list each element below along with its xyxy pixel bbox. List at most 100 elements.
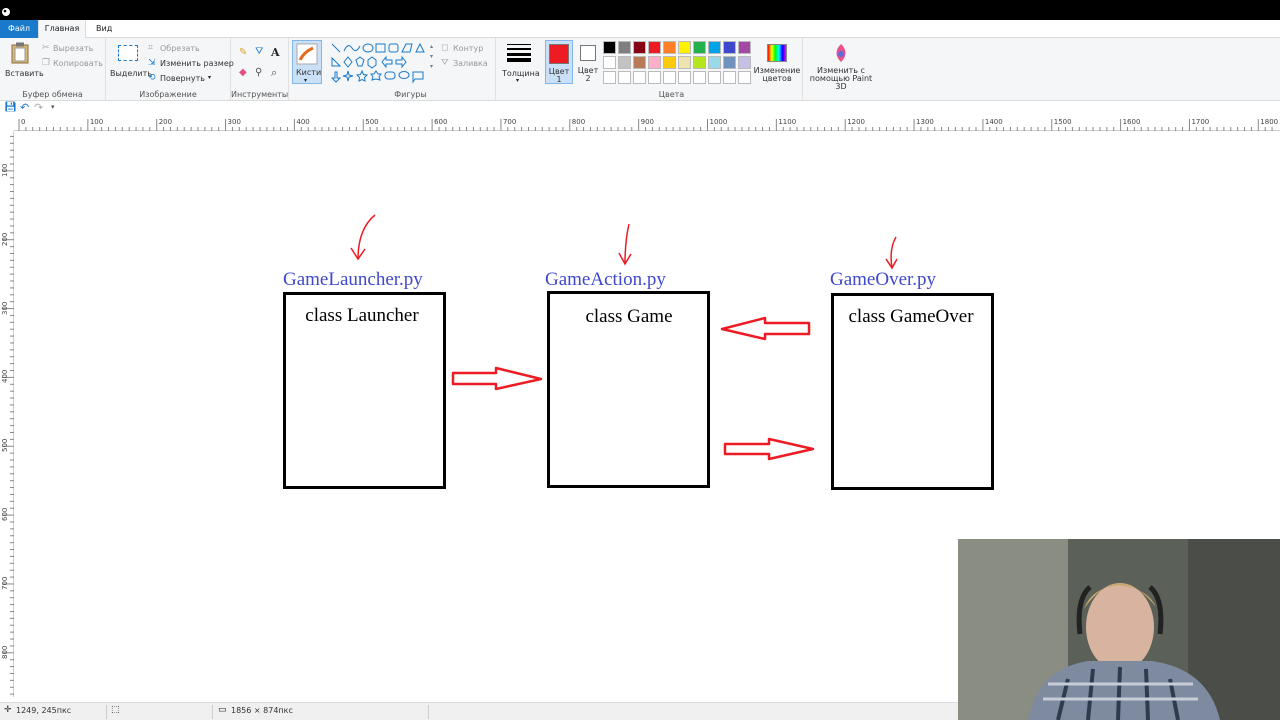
size-label: Толщина (502, 69, 540, 78)
outline-button[interactable]: ◻ Контур (441, 43, 496, 55)
ruler-tick-label: 800 (1, 645, 9, 659)
ruler-tick-label: 300 (1, 301, 9, 315)
brushes-button[interactable]: Кисти ▾ (292, 40, 322, 84)
clipboard-icon (11, 42, 29, 64)
ribbon: Вставить ✂ Вырезать ❐ Копировать Буфер о… (0, 38, 1280, 101)
select-button[interactable]: Выделить (109, 40, 152, 84)
palette-color-swatch[interactable] (618, 56, 631, 69)
shapes-group: ▴ ▾ ▾ ◻ Контур ⛛ Заливка Фигуры (326, 38, 496, 101)
edit-colors-button[interactable]: Изменение цветов (753, 40, 801, 84)
scissors-icon: ✂ (42, 43, 50, 53)
palette-color-swatch[interactable] (723, 56, 736, 69)
undo-icon[interactable]: ↶ (20, 101, 29, 114)
ruler-tick-label: 700 (502, 118, 517, 126)
copy-button[interactable]: ❐ Копировать (42, 58, 103, 70)
color1-button[interactable]: Цвет 1 (545, 40, 573, 84)
ruler-tick-label: 900 (640, 118, 655, 126)
palette-color-swatch[interactable] (723, 41, 736, 54)
palette-color-swatch[interactable] (693, 41, 706, 54)
palette-color-swatch[interactable] (603, 56, 616, 69)
horizontal-ruler: 0 100 200 300 400 500 600 700 800 900 1000 1100 1200… (14, 117, 1280, 131)
palette-color-swatch[interactable] (678, 71, 691, 84)
ruler-tick-label: 100 (89, 118, 104, 126)
tab-file[interactable]: Файл (0, 20, 38, 38)
shapes-scroll-icon[interactable]: ▴ ▾ ▾ (430, 42, 433, 72)
save-icon[interactable]: 💾︎ (4, 102, 17, 113)
palette-color-swatch[interactable] (738, 71, 751, 84)
colors-group: Цвет 1 Цвет 2 Изменение цветов Цвета (541, 38, 803, 101)
fill-button[interactable]: ⛛ Заливка (441, 58, 496, 70)
webcam-overlay (958, 539, 1280, 720)
palette-color-swatch[interactable] (678, 41, 691, 54)
ruler-tick-label: 600 (434, 118, 448, 126)
palette-color-swatch[interactable] (663, 41, 676, 54)
fill-icon: ⛛ (441, 58, 449, 68)
magnifier-icon[interactable]: ⌕ (271, 66, 277, 80)
palette-color-swatch[interactable] (738, 41, 751, 54)
copy-label: Копировать (53, 59, 103, 68)
brushes-dropdown-icon: ▾ (304, 77, 308, 84)
color2-swatch (580, 45, 596, 61)
palette-color-swatch[interactable] (693, 56, 706, 69)
palette-color-swatch[interactable] (738, 56, 751, 69)
eraser-icon[interactable]: ◆ (239, 67, 247, 78)
selection-size-icon: ⬚ (111, 705, 120, 715)
palette-color-swatch[interactable] (618, 71, 631, 84)
palette-color-swatch[interactable] (603, 41, 616, 54)
arrow-launcher-to-game (451, 366, 543, 391)
outline-label: Контур (453, 44, 484, 53)
palette-color-swatch[interactable] (693, 71, 706, 84)
image-group: Выделить ⌗ Обрезать ⇲ Изменить размер ⟲ … (106, 38, 234, 101)
palette-color-swatch[interactable] (633, 41, 646, 54)
palette-color-swatch[interactable] (708, 56, 721, 69)
tab-home[interactable]: Главная (38, 20, 86, 38)
paint-app-icon (2, 8, 10, 16)
palette-color-swatch[interactable] (663, 71, 676, 84)
palette-color-swatch[interactable] (648, 56, 661, 69)
cursor-position-icon: ✛ (4, 705, 12, 715)
color-picker-icon[interactable]: ⚲ (255, 67, 262, 78)
pencil-icon[interactable]: ✎ (239, 47, 247, 58)
size-button[interactable]: Толщина ▾ (500, 40, 540, 84)
ruler-tick-label: 300 (227, 118, 241, 126)
palette-color-swatch[interactable] (648, 71, 661, 84)
shapes-gallery-icon[interactable] (330, 42, 434, 84)
rotate-button[interactable]: ⟲ Повернуть ▾ (148, 73, 228, 85)
palette-color-swatch[interactable] (648, 41, 661, 54)
vertical-ruler-ticks (2, 135, 14, 695)
palette-color-swatch[interactable] (603, 71, 616, 84)
palette-color-swatch[interactable] (723, 71, 736, 84)
palette-color-swatch[interactable] (618, 41, 631, 54)
palette-color-swatch[interactable] (633, 56, 646, 69)
paste-button[interactable]: Вставить (3, 40, 44, 84)
presenter-video-frame (958, 539, 1280, 720)
customize-qat-icon[interactable]: ▾ (51, 103, 55, 111)
palette-color-swatch[interactable] (678, 56, 691, 69)
class-label-game: class Game (585, 306, 672, 327)
palette-color-swatch[interactable] (663, 56, 676, 69)
cut-button[interactable]: ✂ Вырезать (42, 43, 102, 55)
tools-group: ✎ ⛛ A ◆ ⚲ ⌕ Инструменты (231, 38, 289, 101)
ruler-tick-label: 800 (571, 118, 586, 126)
palette-color-swatch[interactable] (708, 41, 721, 54)
status-divider-2 (212, 705, 213, 719)
size-dropdown-icon: ▾ (516, 77, 520, 84)
ruler-tick-label: 1400 (984, 118, 1003, 126)
rotate-icon: ⟲ (148, 73, 156, 83)
brushes-label: Кисти (296, 68, 322, 77)
line-thickness-icon (507, 44, 531, 62)
resize-button[interactable]: ⇲ Изменить размер (148, 58, 234, 70)
fill-bucket-icon[interactable]: ⛛ (255, 46, 263, 57)
palette-color-swatch[interactable] (633, 71, 646, 84)
text-tool-icon[interactable]: A (271, 46, 280, 59)
paint3d-button[interactable]: Изменить с помощью Paint 3D (805, 40, 877, 91)
tab-view[interactable]: Вид (88, 20, 120, 38)
redo-icon[interactable]: ↷ (34, 101, 43, 114)
color2-button[interactable]: Цвет 2 (575, 40, 603, 84)
color2-label: Цвет 2 (577, 66, 599, 83)
crop-button[interactable]: ⌗ Обрезать (148, 43, 228, 55)
ruler-tick-label: 1600 (1122, 118, 1141, 126)
rotate-dropdown-icon: ▾ (208, 74, 212, 81)
palette-color-swatch[interactable] (708, 71, 721, 84)
class-label-launcher: class Launcher (305, 305, 419, 326)
